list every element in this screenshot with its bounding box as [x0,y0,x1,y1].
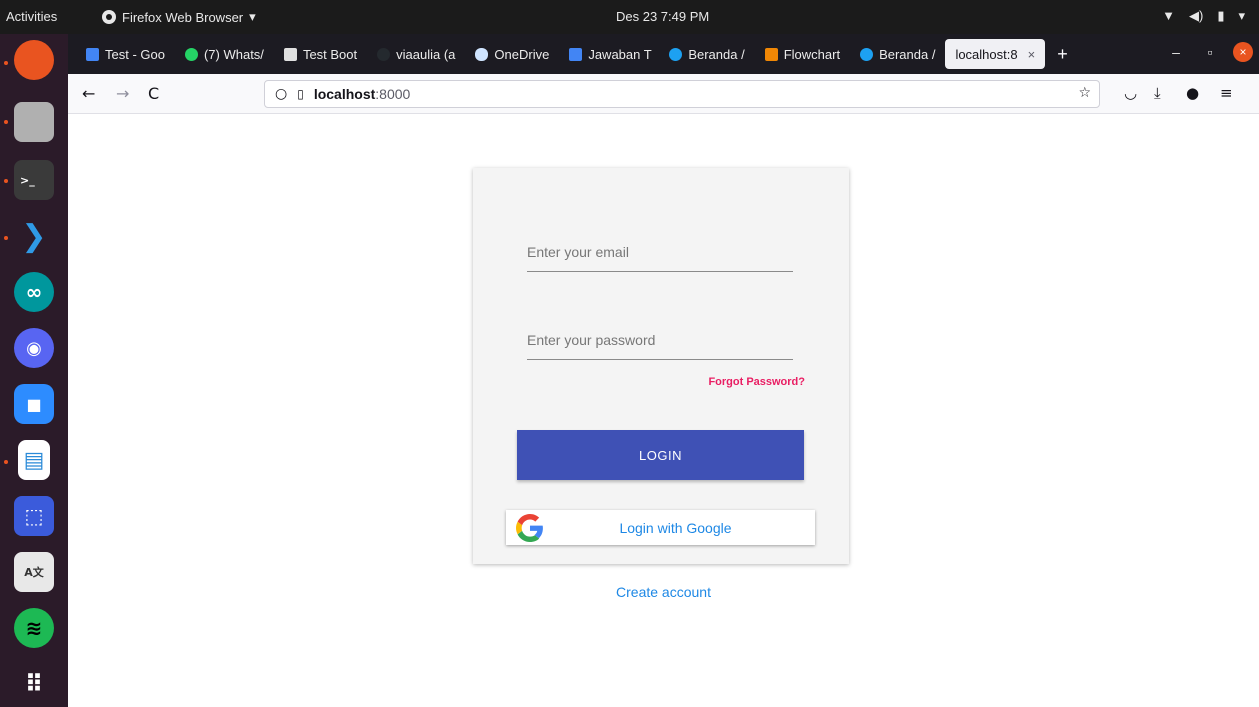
chevron-down-icon: ▾ [1238,8,1245,23]
running-indicator [4,236,8,240]
docs-favicon-icon [86,47,99,61]
impress-dock-icon[interactable]: ▤ [18,440,50,480]
login-card: Forgot Password? LOGIN Login with Google [473,168,849,564]
browser-tab-bar: Test - Goo (7) Whats/ Test Boot viaaulia… [68,34,1259,74]
url-bar[interactable]: ○ ▯ localhost:8000 ☆ [264,80,1100,108]
twitter-favicon-icon [860,47,874,61]
app-menu[interactable]: Firefox Web Browser ▾ [102,9,256,25]
arduino-dock-icon[interactable]: ∞ [14,272,54,312]
dock: >_ ❯ ∞ ◉ ■ ▤ ⬚ A文 ≋ ⠿ [0,34,68,707]
forgot-password-link[interactable]: Forgot Password? [708,376,805,388]
zoom-dock-icon[interactable]: ■ [14,384,54,424]
browser-tab[interactable]: Jawaban T [559,39,659,69]
onedrive-favicon-icon [475,47,489,61]
system-top-bar: Activities Firefox Web Browser ▾ Des 23 … [0,0,1259,34]
browser-tab-active[interactable]: localhost:8 × [945,39,1046,69]
shield-icon[interactable]: ○ [275,86,287,102]
login-button[interactable]: LOGIN [517,430,804,480]
terminal-dock-icon[interactable]: >_ [14,160,54,200]
notion-favicon-icon [283,47,297,61]
create-account-link[interactable]: Create account [68,584,1259,600]
browser-nav-bar: ← → C ○ ▯ localhost:8000 ☆ ◡ ⤓ ● ≡ [68,74,1259,114]
screenshot-dock-icon[interactable]: ⬚ [14,496,54,536]
running-indicator [4,179,8,183]
system-tray[interactable]: ▼ ◀) ▮ ▾ [1162,8,1245,24]
flowchart-favicon-icon [764,47,778,61]
google-logo-icon [516,514,543,542]
vscode-dock-icon[interactable]: ❯ [14,216,54,256]
wifi-icon: ▼ [1162,8,1175,23]
show-apps-grid-icon[interactable]: ⠿ [14,664,54,704]
running-indicator [4,120,8,124]
translate-dock-icon[interactable]: A文 [14,552,54,592]
browser-tab[interactable]: Test - Goo [76,39,175,69]
running-indicator [4,61,8,65]
close-tab-icon[interactable]: × [1028,47,1036,62]
url-port: :8000 [375,86,411,102]
browser-tab[interactable]: Flowchart [755,39,850,69]
browser-tab[interactable]: (7) Whats/ [175,39,274,69]
account-icon[interactable]: ● [1186,84,1199,102]
google-button-label: Login with Google [619,519,732,536]
forward-button[interactable]: → [116,84,129,103]
firefox-icon [102,10,116,24]
bookmark-star-icon[interactable]: ☆ [1078,85,1091,101]
browser-tab[interactable]: OneDrive [465,39,559,69]
window-controls: – ▫ × [1165,42,1253,62]
pocket-icon[interactable]: ◡ [1124,84,1137,102]
running-indicator [4,460,8,464]
minimize-button[interactable]: – [1165,44,1187,60]
browser-tab[interactable]: viaaulia (a [367,39,465,69]
restore-button[interactable]: ▫ [1199,44,1221,60]
reload-button[interactable]: C [148,84,159,103]
spotify-dock-icon[interactable]: ≋ [14,608,54,648]
clock[interactable]: Des 23 7:49 PM [616,9,709,24]
twitter-favicon-icon [669,47,683,61]
battery-icon: ▮ [1217,8,1225,23]
browser-tab[interactable]: Beranda / [659,39,754,69]
password-field[interactable] [527,320,793,360]
files-dock-icon[interactable] [14,102,54,142]
new-tab-button[interactable]: + [1045,44,1080,65]
page-icon: ▯ [297,87,304,101]
discord-dock-icon[interactable]: ◉ [14,328,54,368]
url-host: localhost [313,86,376,102]
back-button[interactable]: ← [82,84,95,103]
activities-button[interactable]: Activities [6,9,57,24]
docs-favicon-icon [569,47,583,61]
firefox-dock-icon[interactable] [14,40,54,80]
email-field[interactable] [527,232,793,272]
volume-icon: ◀) [1188,8,1204,23]
browser-tab[interactable]: Beranda / [850,39,945,69]
browser-tab[interactable]: Test Boot [274,39,367,69]
google-login-button[interactable]: Login with Google [506,510,815,545]
page-viewport: Forgot Password? LOGIN Login with Google… [68,114,1259,707]
close-window-button[interactable]: × [1233,42,1253,62]
app-menu-label: Firefox Web Browser [122,9,244,25]
hamburger-menu-icon[interactable]: ≡ [1220,84,1233,102]
downloads-icon[interactable]: ⤓ [1154,84,1161,102]
whatsapp-favicon-icon [184,47,198,61]
chevron-down-icon: ▾ [249,9,256,24]
github-favicon-icon [377,47,391,61]
